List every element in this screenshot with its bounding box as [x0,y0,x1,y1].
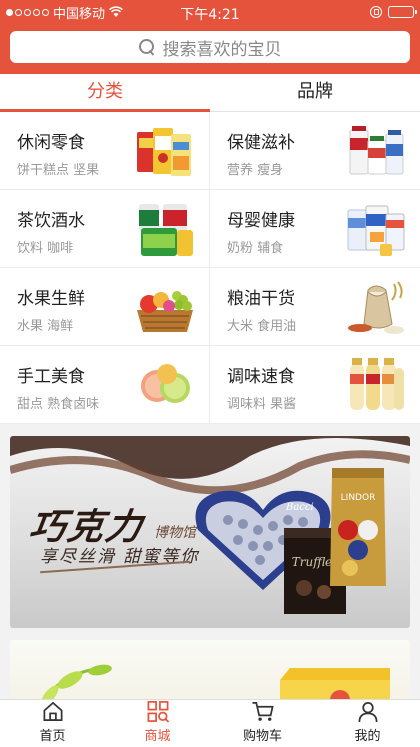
app-header: 中国移动 下午4:21 搜索喜欢的宝贝 [0,0,420,74]
signal-strength-icon [6,8,49,16]
search-icon [138,39,155,55]
battery-icon [388,6,417,18]
nav-profile[interactable]: 我的 [315,700,420,747]
promo-banner-chocolate[interactable]: 巧克力 博物馆 享尽丝滑 甜蜜等你 Bacci Truffles LINDOR [10,436,410,628]
nav-mall[interactable]: 商城 [105,700,210,747]
nav-label: 首页 [39,729,66,744]
category-fruit[interactable]: 水果生鲜 水果 海鲜 [0,268,210,346]
category-health[interactable]: 保健滋补 营养 瘦身 [210,112,420,190]
grain-sack-image [348,281,404,334]
status-bar: 中国移动 下午4:21 [0,0,420,24]
wifi-icon [109,6,123,17]
drinks-image [139,204,193,256]
baby-formula-image [347,205,405,256]
carrier-name: 中国移动 [53,6,106,22]
category-grains[interactable]: 粮油干货 大米 食用油 [210,268,420,346]
category-condiments[interactable]: 调味速食 调味料 果酱 [210,346,420,424]
nav-home[interactable]: 首页 [0,700,105,747]
category-handmade[interactable]: 手工美食 甜点 熟食卤味 [0,346,210,424]
category-snacks[interactable]: 休闲零食 饼干糕点 坚果 [0,112,210,190]
grid-search-icon [147,701,169,723]
condiment-bottles-image [350,358,404,410]
category-drinks[interactable]: 茶饮酒水 饮料 咖啡 [0,190,210,268]
tab-brand[interactable]: 品牌 [210,74,420,111]
category-brand-tabs: 分类 品牌 [0,74,420,112]
lindor-bag-image: LINDOR [330,468,386,586]
search-bar[interactable]: 搜索喜欢的宝贝 [10,31,410,63]
nav-label: 商城 [144,729,171,744]
cart-icon [251,702,274,721]
search-placeholder: 搜索喜欢的宝贝 [162,39,282,60]
person-icon [358,702,377,723]
health-supplements-image [349,126,404,175]
orientation-lock-icon [370,6,382,18]
category-baby[interactable]: 母婴健康 奶粉 辅食 [210,190,420,268]
lindor-label: LINDOR [341,493,376,503]
handmade-food-image [141,364,190,403]
tab-category[interactable]: 分类 [0,74,210,112]
home-icon [43,701,62,721]
heart-box-label: Bacci [285,502,314,513]
nav-cart[interactable]: 购物车 [210,700,315,747]
bottom-navigation: 首页 商城 购物车 我的 [0,699,420,747]
nav-label: 购物车 [242,729,282,744]
snacks-image [137,128,191,176]
fruit-basket-image [137,291,193,332]
category-grid: 休闲零食 饼干糕点 坚果 保健滋补 营养 瘦身 茶饮酒水 饮料 咖啡 母婴健康 … [0,112,420,424]
nav-label: 我的 [354,729,381,744]
section-divider [0,424,420,436]
